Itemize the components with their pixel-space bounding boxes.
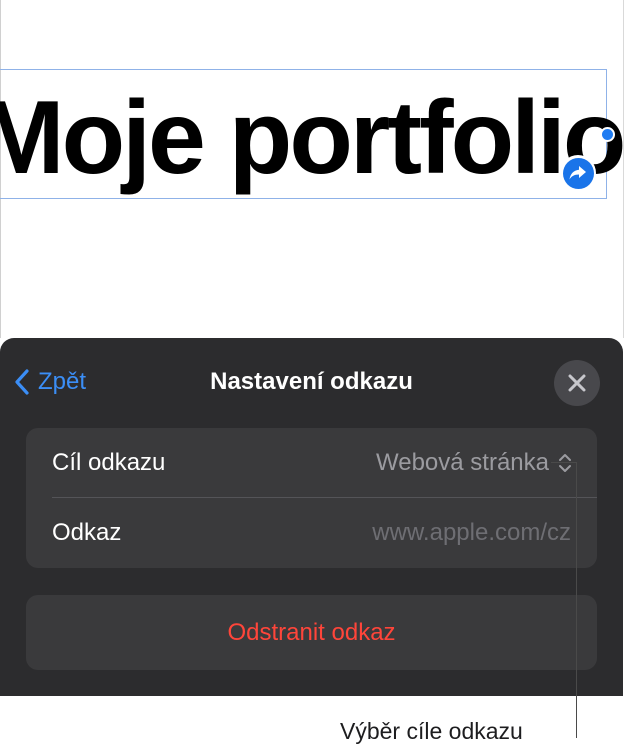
close-icon [568,374,586,392]
link-target-label: Cíl odkazu [52,449,166,476]
callout-label: Výběr cíle odkazu [340,718,523,744]
link-target-selector[interactable]: Webová stránka [376,449,573,477]
callout-line-vertical [576,462,577,738]
link-settings-group: Cíl odkazu Webová stránka Odkaz [26,428,597,568]
chevron-up-down-icon [559,454,571,472]
document-canvas: Moje portfolio [0,0,624,338]
callout-line [551,462,577,463]
link-label: Odkaz [52,519,122,546]
link-url-input[interactable] [271,519,571,547]
remove-link-button[interactable]: Odstranit odkaz [26,595,597,670]
link-target-value: Webová stránka [376,449,549,476]
selection-handle[interactable] [600,127,615,142]
link-row[interactable]: Odkaz [26,498,597,568]
link-badge[interactable] [560,155,596,191]
link-target-row[interactable]: Cíl odkazu Webová stránka [26,428,597,498]
remove-link-label: Odstranit odkaz [227,618,396,646]
link-arrow-icon [562,157,594,189]
close-button[interactable] [554,360,600,406]
document-title-text[interactable]: Moje portfolio [0,76,623,201]
link-settings-panel: Zpět Nastavení odkazu Cíl odkazu Webová … [0,338,623,696]
panel-title: Nastavení odkazu [210,368,413,395]
